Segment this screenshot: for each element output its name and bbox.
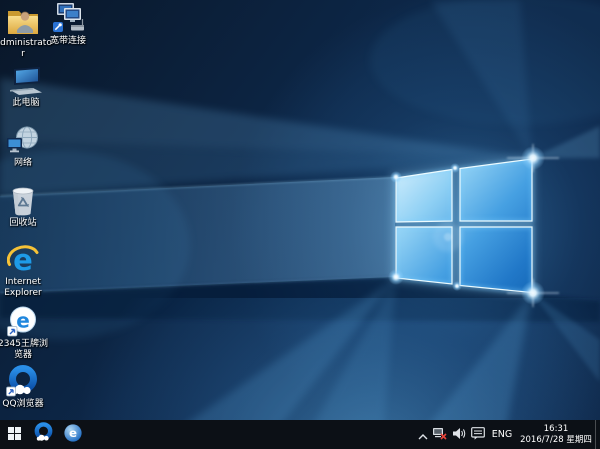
desktop[interactable]: Administrator 宽带连接: [0, 0, 600, 449]
action-center-button[interactable]: [468, 420, 487, 449]
icon-label: 网络: [14, 158, 32, 169]
show-desktop-button[interactable]: [595, 420, 600, 449]
network-disconnected-icon: [432, 425, 447, 444]
recycle-bin-icon: [5, 184, 41, 216]
desktop-icon-internet-explorer[interactable]: e Internet Explorer: [0, 243, 53, 298]
clock-time: 16:31: [517, 424, 595, 435]
icon-label: 2345王牌浏览器: [0, 339, 52, 360]
windows-logo-icon: [8, 425, 21, 444]
svg-text:e: e: [16, 309, 30, 333]
desktop-icon-recycle-bin[interactable]: 回收站: [0, 184, 53, 229]
icon-label: QQ浏览器: [2, 399, 43, 410]
taskbar-clock[interactable]: 16:31 2016/7/28 星期四: [517, 420, 595, 449]
qq-browser-icon: [5, 365, 41, 397]
taskbar: e: [0, 420, 600, 449]
network-status-button[interactable]: [430, 420, 449, 449]
computer-icon: [8, 64, 44, 96]
wallpaper-win10-hero: [0, 0, 600, 449]
2345-browser-icon: e: [5, 305, 41, 337]
user-folder-icon: [5, 4, 41, 36]
network-globe-icon: [5, 124, 41, 156]
desktop-icon-network[interactable]: 网络: [0, 124, 53, 169]
start-button[interactable]: [0, 420, 29, 449]
taskbar-qq-browser-button[interactable]: [29, 420, 58, 449]
system-tray: ENG 16:31 2016/7/28 星期四: [415, 420, 600, 449]
taskbar-2345-browser-button[interactable]: e: [58, 420, 87, 449]
ie-browser-icon: e: [5, 243, 41, 275]
icon-label: 此电脑: [12, 98, 39, 109]
broadband-connection-icon: [50, 2, 86, 34]
2345-browser-icon: e: [63, 423, 83, 447]
language-indicator[interactable]: ENG: [487, 420, 517, 449]
volume-icon: [452, 425, 466, 444]
chevron-up-icon: [418, 425, 428, 444]
icon-label: 宽带连接: [50, 36, 86, 47]
action-center-icon: [471, 425, 485, 444]
desktop-icon-qq-browser[interactable]: QQ浏览器: [0, 365, 53, 410]
desktop-icon-broadband[interactable]: 宽带连接: [38, 2, 98, 47]
svg-text:e: e: [68, 426, 76, 440]
desktop-icon-2345-browser[interactable]: e 2345王牌浏览器: [0, 305, 53, 360]
qq-browser-icon: [33, 422, 54, 447]
hidden-icons-button[interactable]: [415, 420, 430, 449]
icon-label: Internet Explorer: [0, 277, 52, 298]
clock-date: 2016/7/28 星期四: [517, 435, 595, 446]
icon-label: 回收站: [9, 218, 36, 229]
volume-button[interactable]: [449, 420, 468, 449]
desktop-icon-this-pc[interactable]: 此电脑: [0, 64, 56, 109]
